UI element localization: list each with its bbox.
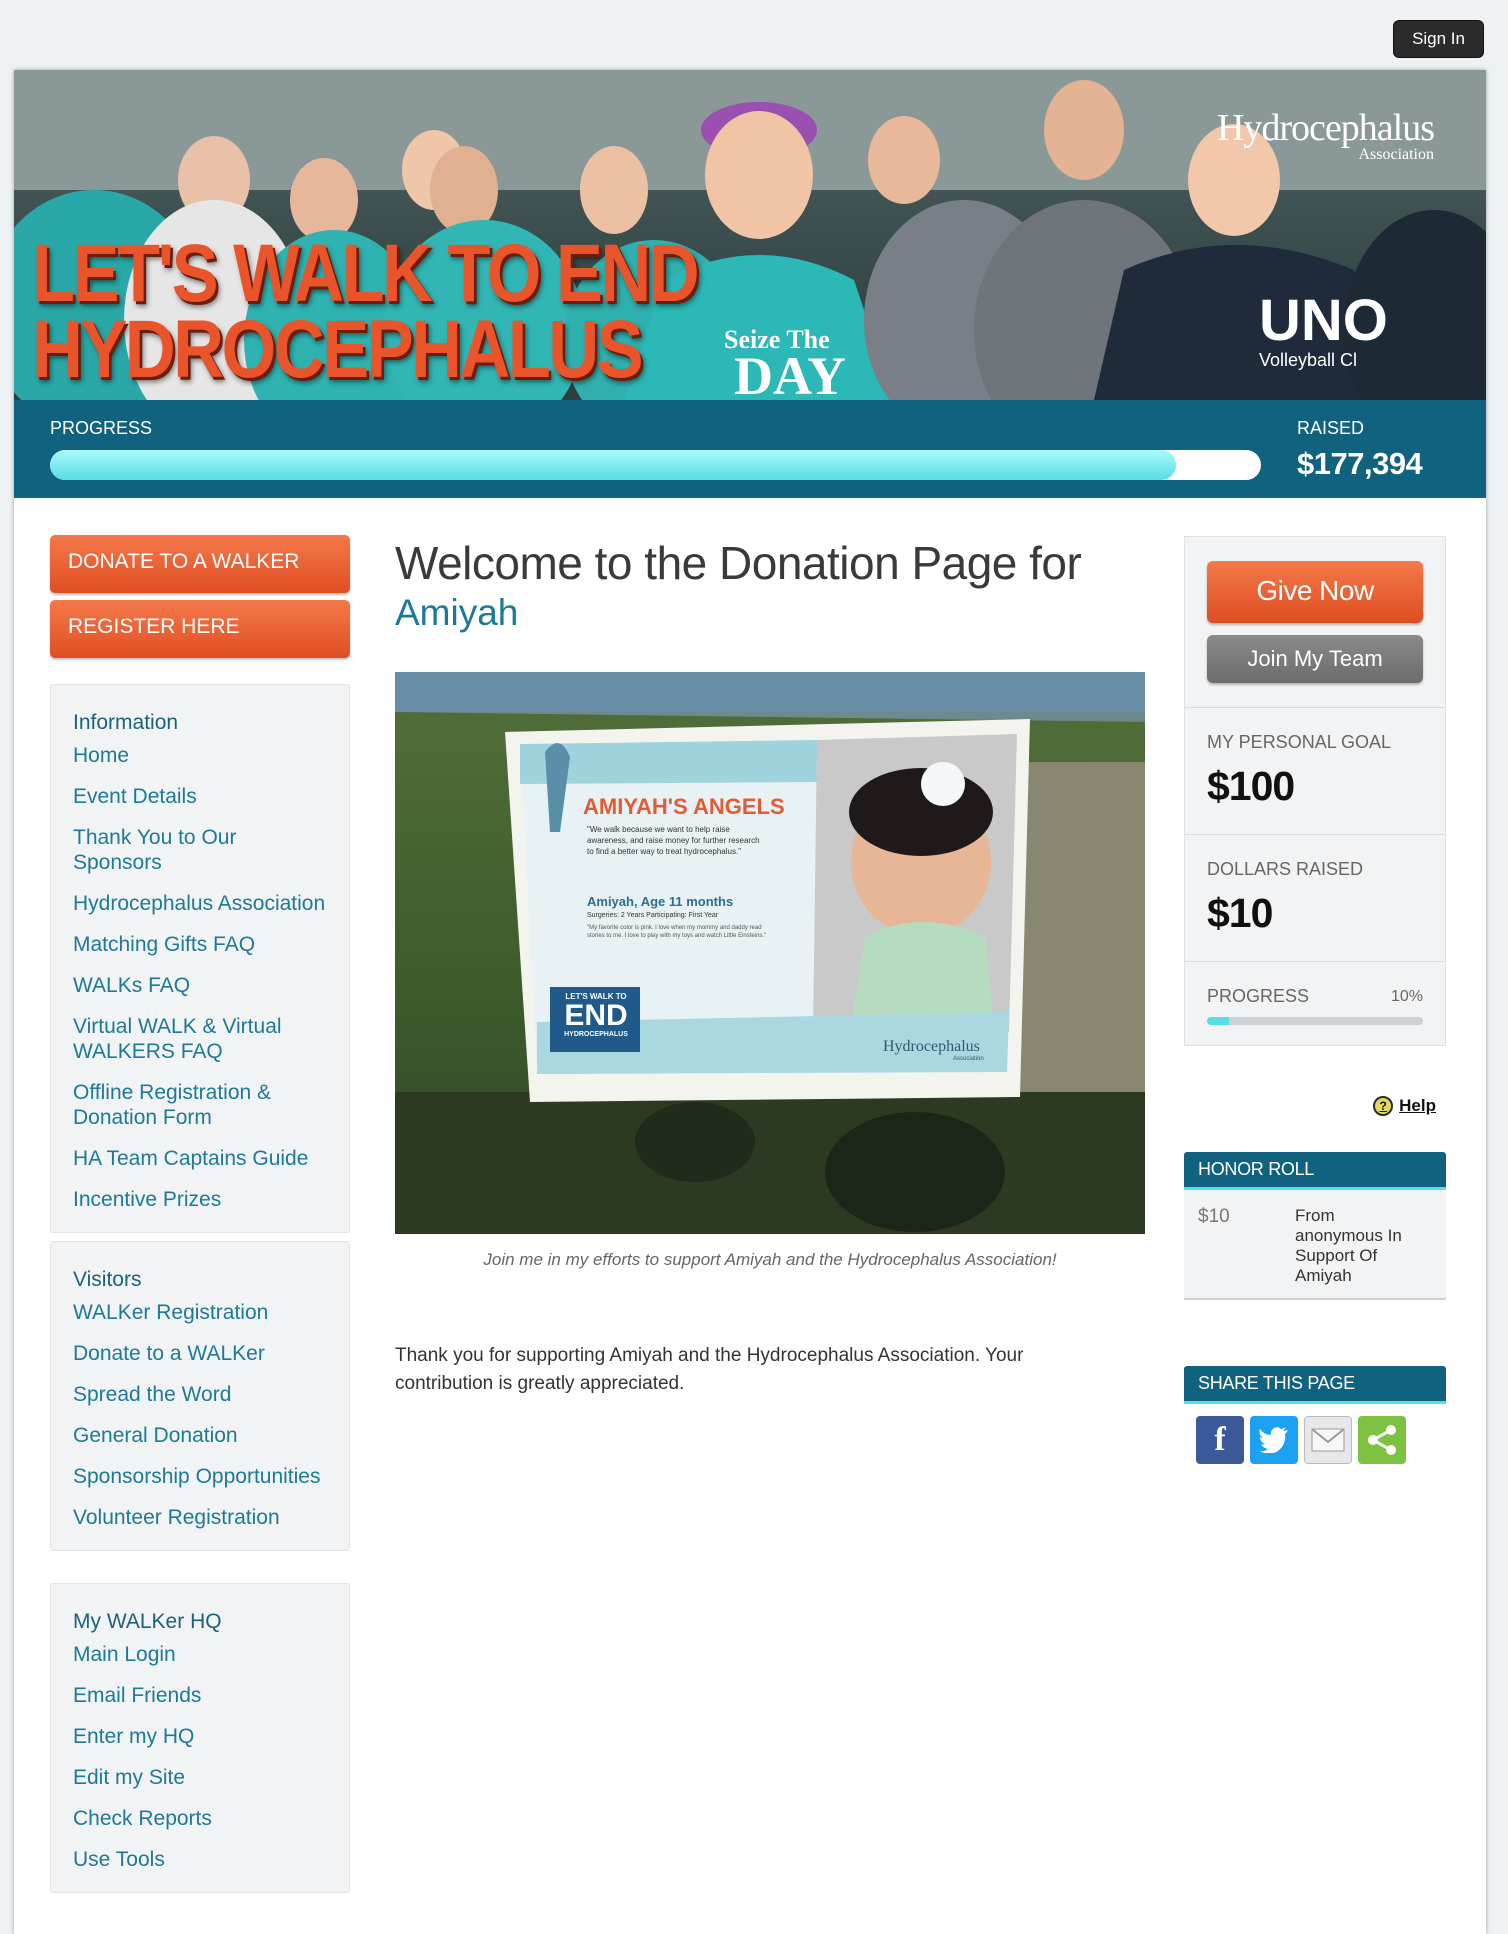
dollars-raised-label: DOLLARS RAISED [1207,859,1364,879]
campaign-progress-bar [50,450,1261,480]
nav-link-virtual-walk-faq[interactable]: Virtual WALK & Virtual WALKERS FAQ [73,1014,327,1064]
svg-text:DAY: DAY [734,346,846,400]
personal-progress-label: PROGRESS [1207,986,1310,1006]
nav-link-walks-faq[interactable]: WALKs FAQ [73,973,327,998]
nav-heading-walker-hq: My WALKer HQ [73,1610,222,1633]
nav-link-offline-registration[interactable]: Offline Registration & Donation Form [73,1080,327,1130]
honor-roll-heading: HONOR ROLL [1184,1152,1446,1190]
personal-progress-bar [1207,1017,1423,1025]
sign-favorite: "My favorite color is pink. I love when … [587,925,767,939]
nav-link-hydrocephalus-association[interactable]: Hydrocephalus Association [73,891,327,916]
facebook-icon[interactable]: f [1196,1416,1244,1464]
page-container: Seize The DAY UNO Volleyball Cl LET'S WA… [14,70,1486,1934]
campaign-progress-band: PROGRESS RAISED $177,394 [14,400,1486,498]
share-heading: SHARE THIS PAGE [1184,1366,1446,1404]
sign-meta: Surgeries: 2 Years Participating: First … [587,912,719,919]
photo-caption: Join me in my efforts to support Amiyah … [483,1250,1057,1269]
participant-photo: AMIYAH'S ANGELS "We walk because we want… [395,672,1145,1234]
dollars-raised-value: $10 [1207,890,1273,936]
sign-quote: "We walk because we want to help raise a… [587,825,760,856]
nav-link-sponsors[interactable]: Thank You to Our Sponsors [73,825,327,875]
nav-heading-information: Information [73,711,179,734]
logo-name: Hydrocephalus [1216,107,1435,149]
nav-section-walker-hq: My WALKer HQ Main Login Email Friends En… [50,1583,350,1893]
help-icon: ? [1373,1096,1394,1116]
help-link[interactable]: ? Help [1373,1096,1436,1116]
nav-heading-visitors: Visitors [73,1268,142,1291]
svg-text:UNO: UNO [1259,288,1388,353]
personal-progress-fill [1207,1017,1229,1025]
share-icon[interactable] [1358,1416,1406,1464]
sign-in-button[interactable]: Sign In [1393,20,1484,58]
thank-you-message: Thank you for supporting Amiyah and the … [395,1345,1024,1394]
nav-link-edit-site[interactable]: Edit my Site [73,1765,327,1790]
personal-goal: MY PERSONAL GOAL $100 [1185,707,1445,834]
nav-link-main-login[interactable]: Main Login [73,1642,327,1667]
nav-link-spread-the-word[interactable]: Spread the Word [73,1382,327,1407]
register-here-button[interactable]: REGISTER HERE [50,600,350,658]
sign-title: AMIYAH'S ANGELS [583,794,785,819]
sign-logo: Hydrocephalus [883,1038,980,1055]
campaign-raised-label: RAISED [1297,418,1365,438]
twitter-icon[interactable] [1250,1416,1298,1464]
nav-link-volunteer-registration[interactable]: Volunteer Registration [73,1505,327,1530]
sign-logo-sub: Association [953,1056,984,1062]
nav-link-check-reports[interactable]: Check Reports [73,1806,327,1831]
share-section: SHARE THIS PAGE f [1184,1366,1446,1464]
nav-link-team-captains-guide[interactable]: HA Team Captains Guide [73,1146,327,1171]
email-icon[interactable] [1304,1416,1352,1464]
nav-link-general-donation[interactable]: General Donation [73,1423,327,1448]
svg-text:Volleyball Cl: Volleyball Cl [1259,350,1357,370]
nav-link-incentive-prizes[interactable]: Incentive Prizes [73,1187,327,1212]
help-label: Help [1399,1096,1436,1115]
nav-link-email-friends[interactable]: Email Friends [73,1683,327,1708]
fundraising-summary: Give Now Join My Team MY PERSONAL GOAL $… [1184,536,1446,1046]
nav-link-sponsorship-opportunities[interactable]: Sponsorship Opportunities [73,1464,327,1489]
hero-banner: Seize The DAY UNO Volleyball Cl LET'S WA… [14,70,1486,400]
nav-link-walker-registration[interactable]: WALKer Registration [73,1300,327,1325]
dollars-raised: DOLLARS RAISED $10 [1185,834,1445,961]
personal-goal-label: MY PERSONAL GOAL [1207,732,1392,752]
sign-badge: LET'S WALK TO END HYDROCEPHALUS [555,992,637,1038]
sign-name: Amiyah, Age 11 months [587,894,734,909]
sign-badge-bottom: HYDROCEPHALUS [564,1031,628,1038]
donation-panel: Give Now Join My Team MY PERSONAL GOAL $… [1184,536,1446,1464]
honor-roll: HONOR ROLL $10 From anonymous In Support… [1184,1152,1446,1300]
personal-goal-value: $100 [1207,763,1295,809]
honor-roll-amount: $10 [1198,1206,1230,1227]
sign-badge-big: END [564,999,628,1032]
nav-link-matching-gifts-faq[interactable]: Matching Gifts FAQ [73,932,327,957]
hydrocephalus-association-logo[interactable]: Hydrocephalus Association [1216,106,1435,164]
participant-name: Amiyah [395,592,519,633]
give-now-button[interactable]: Give Now [1207,561,1423,623]
nav-link-enter-hq[interactable]: Enter my HQ [73,1724,327,1749]
nav-link-home[interactable]: Home [73,743,327,768]
personal-progress-percent: 10% [1390,987,1423,1005]
join-my-team-button[interactable]: Join My Team [1207,635,1423,683]
donate-to-walker-button[interactable]: DONATE TO A WALKER [50,535,350,593]
share-buttons: f [1184,1416,1446,1464]
nav-link-use-tools[interactable]: Use Tools [73,1847,327,1872]
honor-roll-entry: $10 From anonymous In Support Of Amiyah [1184,1190,1446,1300]
banner-title: LET'S WALK TO END HYDROCEPHALUS [32,228,700,395]
nav-section-information: Information Home Event Details Thank You… [50,684,350,1233]
honor-roll-text: From anonymous In Support Of Amiyah [1295,1206,1402,1285]
yard-sign-photo [395,672,1145,1234]
banner-title-line2: HYDROCEPHALUS [32,304,644,395]
nav-link-donate-to-walker[interactable]: Donate to a WALKer [73,1341,327,1366]
campaign-progress-label: PROGRESS [50,418,153,438]
personal-progress: PROGRESS 10% [1185,961,1445,1045]
nav-link-event-details[interactable]: Event Details [73,784,327,809]
page-title: Welcome to the Donation Page for [395,537,1082,589]
campaign-raised-value: $177,394 [1297,446,1423,481]
banner-title-line1: LET'S WALK TO END [32,228,700,319]
campaign-progress-fill [50,450,1177,480]
nav-section-visitors: Visitors WALKer Registration Donate to a… [50,1241,350,1551]
